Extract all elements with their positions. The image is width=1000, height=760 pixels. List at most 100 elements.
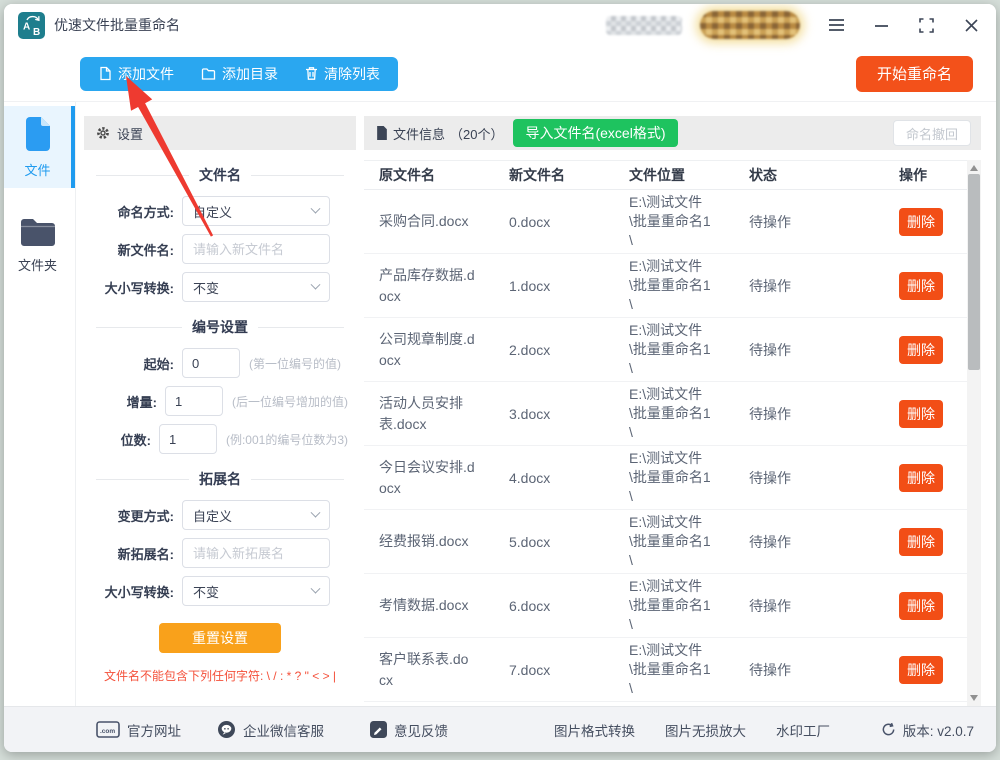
minimize-icon[interactable] [872,16,890,34]
digits-hint: (例:001的编号位数为3) [226,431,348,448]
chevron-down-icon [311,203,321,213]
file-table: 原文件名 新文件名 文件位置 状态 操作 采购合同.docx 0.docx E:… [364,160,981,706]
file-list-header: 文件信息 （20个） 导入文件名(excel格式) 命名撤回 [364,116,981,150]
clear-list-button[interactable]: 清除列表 [305,64,380,84]
cell-new-name: 5.docx [509,534,629,550]
start-rename-button[interactable]: 开始重命名 [856,56,973,92]
folder-icon [19,217,57,248]
new-extension-label: 新拓展名: [92,544,174,563]
settings-panel: 设置 文件名 命名方式: 自定义 新文件名: [84,116,356,706]
col-original: 原文件名 [379,165,509,185]
delete-button[interactable]: 删除 [899,528,943,556]
cell-new-name: 1.docx [509,278,629,294]
cell-new-name: 4.docx [509,470,629,486]
cell-original-name: 产品库存数据.docx [379,265,475,307]
import-filenames-button[interactable]: 导入文件名(excel格式) [513,119,677,147]
new-filename-label: 新文件名: [92,240,174,259]
section-title-numbering: 编号设置 [96,317,344,337]
cell-original-name: 公司规章制度.docx [379,329,475,371]
col-status: 状态 [749,165,899,185]
table-row: 公司规章制度.docx 2.docx E:\测试文件 \批量重命名1 \ 待操作… [364,318,967,382]
watermark-link[interactable]: 水印工厂 [776,720,830,740]
digits-label: 位数: [92,430,151,449]
cell-new-name: 7.docx [509,662,629,678]
scroll-down-icon[interactable] [970,695,978,701]
file-icon [98,66,112,81]
digits-input[interactable] [159,424,217,454]
svg-text:A: A [23,21,30,32]
image-convert-link[interactable]: 图片格式转换 [554,720,635,740]
col-newname: 新文件名 [509,165,629,185]
delete-button[interactable]: 删除 [899,336,943,364]
ext-case-convert-select[interactable]: 不变 [182,576,330,606]
col-action: 操作 [899,165,967,185]
naming-method-select[interactable]: 自定义 [182,196,330,226]
add-folder-button[interactable]: 添加目录 [201,64,278,84]
case-convert-select[interactable]: 不变 [182,272,330,302]
cell-original-name: 客户联系表.docx [379,649,475,691]
filename-chars-warning: 文件名不能包含下列任何字符: \ / : * ? " < > | [92,667,348,684]
titlebar: A B 优速文件批量重命名 [4,4,996,46]
col-location: 文件位置 [629,165,749,185]
sidebar-item-folder[interactable]: 文件夹 [4,204,75,286]
cell-new-name: 3.docx [509,406,629,422]
cell-status: 待操作 [749,660,899,680]
scroll-up-icon[interactable] [970,165,978,171]
rename-undo-button[interactable]: 命名撤回 [893,120,971,146]
cell-status: 待操作 [749,596,899,616]
file-icon [376,126,388,140]
cell-file-location: E:\测试文件 \批量重命名1 \ [629,193,749,250]
add-file-button[interactable]: 添加文件 [98,64,174,84]
scrollbar-thumb[interactable] [968,174,980,370]
feedback-link[interactable]: 意见反馈 [370,720,448,740]
chevron-down-icon [311,507,321,517]
cell-status: 待操作 [749,340,899,360]
gear-icon [96,126,110,140]
blurred-vip-button[interactable] [700,11,800,39]
change-method-select[interactable]: 自定义 [182,500,330,530]
delete-button[interactable]: 删除 [899,656,943,684]
start-number-input[interactable] [182,348,240,378]
wechat-support-link[interactable]: 企业微信客服 [217,720,324,740]
official-site-link[interactable]: .com 官方网址 [96,720,181,740]
cell-original-name: 考情数据.docx [379,595,475,616]
toolbar: 添加文件 添加目录 清除列表 开始重命名 [4,46,996,102]
table-scrollbar[interactable] [967,160,981,706]
version-info: 版本: v2.0.7 [881,720,974,740]
cell-original-name: 今日会议安排.docx [379,457,475,499]
maximize-icon[interactable] [917,16,935,34]
app-title: 优速文件批量重命名 [54,15,180,35]
menu-icon[interactable] [827,16,845,34]
reset-settings-button[interactable]: 重置设置 [159,623,281,653]
image-upscale-link[interactable]: 图片无损放大 [665,720,746,740]
cell-status: 待操作 [749,468,899,488]
delete-button[interactable]: 删除 [899,208,943,236]
feedback-pencil-icon [370,721,387,738]
cell-file-location: E:\测试文件 \批量重命名1 \ [629,321,749,378]
increment-input[interactable] [165,386,223,416]
delete-button[interactable]: 删除 [899,400,943,428]
svg-text:.com: .com [100,728,115,735]
section-title-extension: 拓展名 [96,469,344,489]
increment-label: 增量: [92,392,157,411]
cell-file-location: E:\测试文件 \批量重命名1 \ [629,641,749,698]
sidebar-item-label: 文件 [24,160,50,179]
folder-icon [201,67,216,81]
delete-button[interactable]: 删除 [899,464,943,492]
file-list-panel: 文件信息 （20个） 导入文件名(excel格式) 命名撤回 原文件名 新文件名… [364,116,981,706]
table-row: 产品库存数据.docx 1.docx E:\测试文件 \批量重命名1 \ 待操作… [364,254,967,318]
trash-icon [305,66,318,81]
delete-button[interactable]: 删除 [899,592,943,620]
new-extension-input[interactable] [182,538,330,568]
app-logo-icon: A B [18,12,45,39]
naming-method-label: 命名方式: [92,202,174,221]
settings-header: 设置 [84,116,356,150]
close-icon[interactable] [962,16,980,34]
table-row: 考情数据.docx 6.docx E:\测试文件 \批量重命名1 \ 待操作 删… [364,574,967,638]
table-header-row: 原文件名 新文件名 文件位置 状态 操作 [364,160,967,190]
table-row: 采购合同.docx 0.docx E:\测试文件 \批量重命名1 \ 待操作 删… [364,190,967,254]
sidebar-item-file[interactable]: 文件 [4,106,75,188]
delete-button[interactable]: 删除 [899,272,943,300]
new-filename-input[interactable] [182,234,330,264]
refresh-icon [881,722,896,737]
